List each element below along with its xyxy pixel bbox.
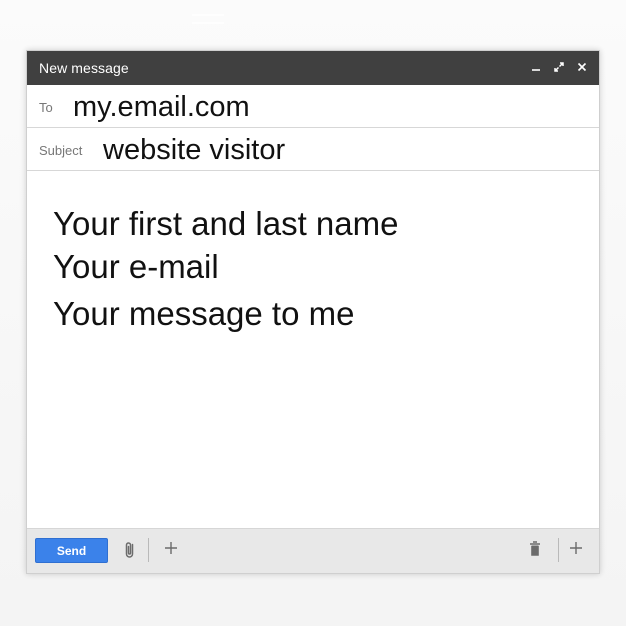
subject-field[interactable]: website visitor bbox=[103, 136, 285, 165]
toolbar-divider bbox=[558, 538, 559, 562]
send-button[interactable]: Send bbox=[35, 538, 108, 563]
window-title: New message bbox=[39, 60, 129, 76]
compose-window: New message To my.email.com Subject webs… bbox=[26, 50, 600, 574]
to-label: To bbox=[39, 100, 53, 115]
toolbar-divider bbox=[148, 538, 149, 562]
trash-icon[interactable] bbox=[527, 540, 543, 562]
subject-row: Subject website visitor bbox=[27, 128, 599, 171]
subject-label: Subject bbox=[39, 143, 83, 158]
minimize-icon[interactable] bbox=[529, 58, 543, 76]
paperclip-icon[interactable] bbox=[123, 540, 137, 564]
title-bar: New message bbox=[27, 51, 599, 85]
close-icon[interactable] bbox=[575, 58, 589, 76]
message-line-name: Your first and last name bbox=[53, 205, 399, 242]
to-row: To my.email.com bbox=[27, 85, 599, 128]
page: New message To my.email.com Subject webs… bbox=[0, 0, 626, 626]
message-line-message: Your message to me bbox=[53, 295, 355, 332]
compose-toolbar: Send bbox=[27, 528, 599, 573]
plus-icon[interactable] bbox=[163, 540, 179, 560]
expand-icon[interactable] bbox=[552, 58, 566, 76]
message-body[interactable]: Your first and last name Your e-mail You… bbox=[27, 171, 599, 531]
to-field[interactable]: my.email.com bbox=[73, 93, 250, 122]
plus-icon[interactable] bbox=[568, 540, 584, 560]
message-line-email: Your e-mail bbox=[53, 248, 219, 285]
window-controls bbox=[529, 58, 589, 76]
decorative-mark bbox=[192, 14, 224, 24]
